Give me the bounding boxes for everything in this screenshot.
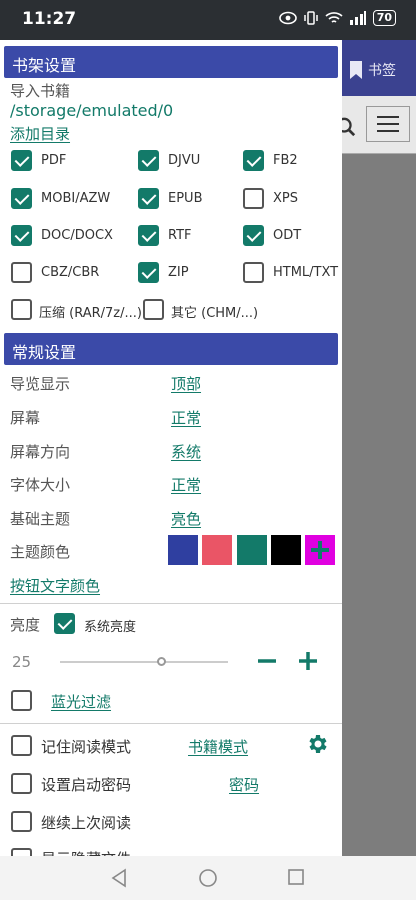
- signal-icon: [349, 11, 366, 25]
- status-bar: 11:27 70: [0, 0, 416, 40]
- swatch-green[interactable]: [237, 535, 267, 565]
- password-link[interactable]: 密码: [229, 774, 259, 795]
- brightness-value: 25: [12, 653, 32, 671]
- menu-icon[interactable]: [366, 106, 410, 142]
- base-theme-label: 基础主题: [10, 510, 71, 528]
- format-label-fb2: FB2: [273, 153, 298, 168]
- format-label-xps: XPS: [273, 191, 298, 206]
- format-checkbox-archive[interactable]: [11, 299, 32, 320]
- background-app-content: [340, 154, 416, 856]
- format-label-zip: ZIP: [168, 265, 189, 280]
- format-checkbox-mobi-azw[interactable]: [11, 188, 32, 209]
- format-label-mobi-azw: MOBI/AZW: [41, 191, 111, 206]
- home-icon[interactable]: [198, 868, 218, 888]
- book-mode-link[interactable]: 书籍模式: [188, 736, 248, 757]
- general-settings-header: 常规设置: [4, 333, 338, 365]
- format-checkbox-xps[interactable]: [243, 188, 264, 209]
- format-label-cbz-cbr: CBZ/CBR: [41, 265, 100, 280]
- format-checkbox-rtf[interactable]: [138, 225, 159, 246]
- back-icon[interactable]: [110, 868, 128, 888]
- format-checkbox-djvu[interactable]: [138, 150, 159, 171]
- format-checkbox-doc-docx[interactable]: [11, 225, 32, 246]
- bookmark-tab-label: 书签: [368, 63, 396, 79]
- format-label-pdf: PDF: [41, 153, 67, 168]
- format-label-html-txt: HTML/TXT: [273, 265, 339, 280]
- nav-display-value[interactable]: 顶部: [171, 373, 201, 394]
- divider: [0, 603, 342, 604]
- wifi-icon: [325, 12, 343, 23]
- startup-password-label: 设置启动密码: [41, 776, 132, 794]
- brightness-slider[interactable]: [60, 661, 228, 663]
- continue-reading-checkbox[interactable]: [11, 811, 32, 832]
- format-label-djvu: DJVU: [168, 153, 201, 168]
- font-size-value[interactable]: 正常: [171, 474, 201, 495]
- format-checkbox-fb2[interactable]: [243, 150, 264, 171]
- orientation-label: 屏幕方向: [10, 443, 71, 461]
- add-directory-link[interactable]: 添加目录: [10, 123, 70, 144]
- format-label-other: 其它 (CHM/...): [171, 306, 259, 321]
- recents-icon[interactable]: [288, 869, 304, 885]
- orientation-value[interactable]: 系统: [171, 441, 201, 462]
- bookmark-icon: [350, 61, 362, 79]
- background-app-toolbar: [336, 96, 416, 154]
- swatch-blue[interactable]: [168, 535, 198, 565]
- button-text-color-link[interactable]: 按钮文字颜色: [10, 575, 100, 596]
- font-size-label: 字体大小: [10, 476, 71, 494]
- base-theme-value[interactable]: 亮色: [171, 508, 201, 529]
- format-label-rtf: RTF: [168, 228, 192, 243]
- system-brightness-label: 系统亮度: [84, 620, 137, 635]
- vibrate-icon: [303, 11, 318, 25]
- add-color-button[interactable]: [305, 535, 335, 565]
- format-checkbox-epub[interactable]: [138, 188, 159, 209]
- format-checkbox-odt[interactable]: [243, 225, 264, 246]
- remember-mode-label: 记住阅读模式: [41, 738, 132, 756]
- show-hidden-label: 显示隐藏文件: [41, 848, 131, 856]
- format-checkbox-html-txt[interactable]: [243, 262, 264, 283]
- plus-icon: [311, 541, 329, 559]
- background-app-header: 书签: [340, 40, 416, 96]
- swatch-black[interactable]: [271, 535, 301, 565]
- format-label-doc-docx: DOC/DOCX: [41, 228, 113, 243]
- format-checkbox-cbz-cbr[interactable]: [11, 262, 32, 283]
- remember-mode-checkbox[interactable]: [11, 735, 32, 756]
- screen-value[interactable]: 正常: [171, 407, 201, 428]
- theme-color-label: 主题颜色: [10, 543, 71, 561]
- storage-path[interactable]: /storage/emulated/0: [10, 101, 173, 120]
- settings-drawer: 书架设置 导入书籍 /storage/emulated/0 添加目录 PDF DJ…: [0, 40, 342, 856]
- format-label-archive: 压缩 (RAR/7z/...): [39, 306, 142, 321]
- format-checkbox-pdf[interactable]: [11, 150, 32, 171]
- continue-reading-label: 继续上次阅读: [41, 814, 132, 832]
- swatch-red[interactable]: [202, 535, 232, 565]
- startup-password-checkbox[interactable]: [11, 773, 32, 794]
- status-icons: 70: [278, 10, 396, 26]
- import-books-label: 导入书籍: [10, 82, 71, 100]
- status-time: 11:27: [22, 9, 77, 29]
- system-nav-bar: [0, 856, 416, 900]
- shelf-settings-header: 书架设置: [4, 46, 338, 78]
- minus-icon[interactable]: [255, 649, 279, 673]
- show-hidden-checkbox[interactable]: [11, 848, 32, 856]
- format-checkbox-other[interactable]: [143, 299, 164, 320]
- battery-indicator: 70: [372, 10, 396, 26]
- plus-icon[interactable]: [296, 649, 320, 673]
- screen-label: 屏幕: [10, 409, 41, 427]
- system-brightness-checkbox[interactable]: [54, 613, 75, 634]
- format-label-odt: ODT: [273, 228, 302, 243]
- brightness-slider-thumb[interactable]: [156, 657, 166, 666]
- nav-display-label: 导览显示: [10, 375, 71, 393]
- brightness-label: 亮度: [10, 616, 41, 634]
- blue-filter-link[interactable]: 蓝光过滤: [51, 691, 111, 712]
- gear-icon[interactable]: [305, 732, 329, 756]
- blue-filter-checkbox[interactable]: [11, 690, 32, 711]
- background-bookmark-tab[interactable]: 书签: [350, 60, 396, 80]
- eye-icon: [278, 11, 297, 25]
- divider: [0, 723, 342, 724]
- format-checkbox-zip[interactable]: [138, 262, 159, 283]
- format-label-epub: EPUB: [168, 191, 203, 206]
